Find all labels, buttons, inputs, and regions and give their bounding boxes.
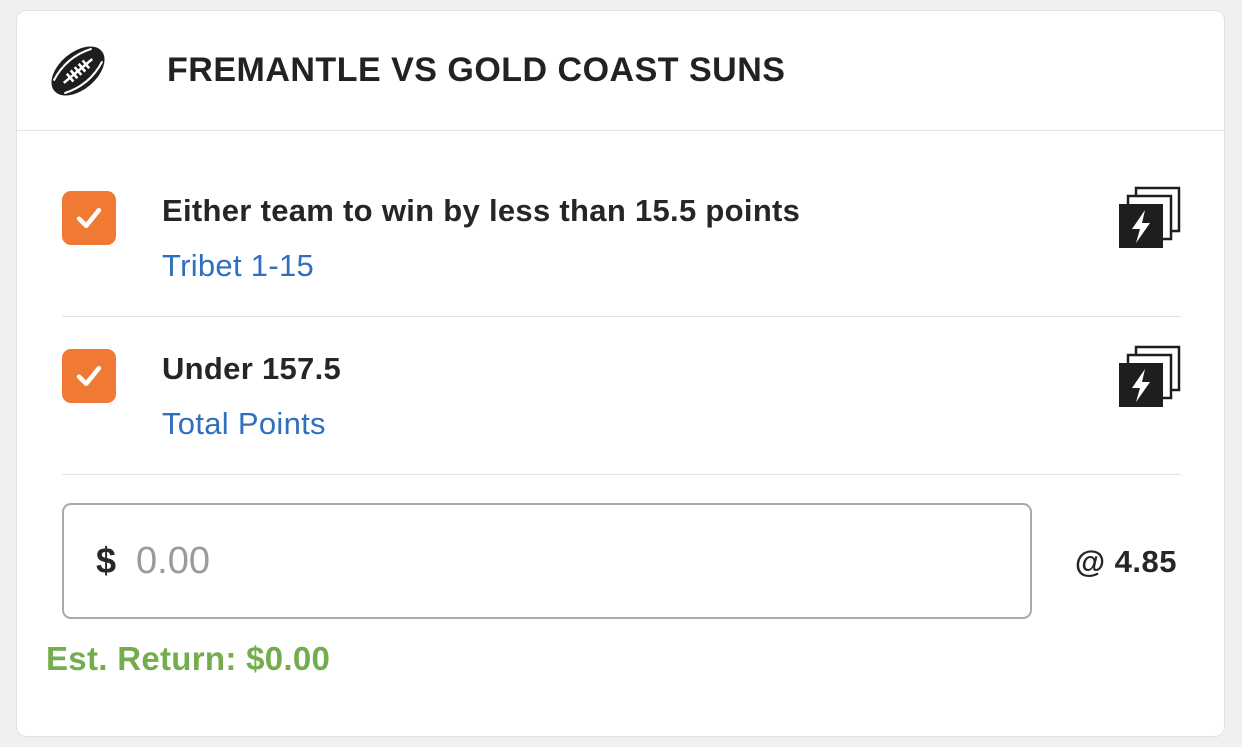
bet-card: FREMANTLE VS GOLD COAST SUNS Either team… <box>16 10 1225 737</box>
bet-leg: Either team to win by less than 15.5 poi… <box>62 131 1181 317</box>
stake-row: $ @ 4.85 <box>62 475 1181 625</box>
estimated-return: Est. Return: $0.00 <box>46 640 331 677</box>
event-header: FREMANTLE VS GOLD COAST SUNS <box>17 11 1224 131</box>
bet-selection: Either team to win by less than 15.5 poi… <box>162 193 801 228</box>
checkmark-icon <box>76 207 102 229</box>
same-game-multi-icon[interactable] <box>1117 186 1181 250</box>
bet-market-link[interactable]: Total Points <box>162 406 326 442</box>
bet-leg-checkbox[interactable] <box>62 191 116 245</box>
combined-odds: @ 4.85 <box>1074 544 1177 579</box>
bet-market-link[interactable]: Tribet 1-15 <box>162 248 314 284</box>
currency-symbol: $ <box>96 540 117 581</box>
bet-leg: Under 157.5 Total Points <box>62 317 1181 475</box>
event-title: FREMANTLE VS GOLD COAST SUNS <box>167 51 786 89</box>
stake-input[interactable] <box>136 539 897 583</box>
checkmark-icon <box>76 365 102 387</box>
same-game-multi-icon[interactable] <box>1117 345 1181 409</box>
bet-leg-checkbox[interactable] <box>62 349 116 403</box>
bet-selection: Under 157.5 <box>162 351 342 386</box>
rugby-ball-icon <box>51 46 105 95</box>
stake-field[interactable]: $ <box>62 503 1032 619</box>
